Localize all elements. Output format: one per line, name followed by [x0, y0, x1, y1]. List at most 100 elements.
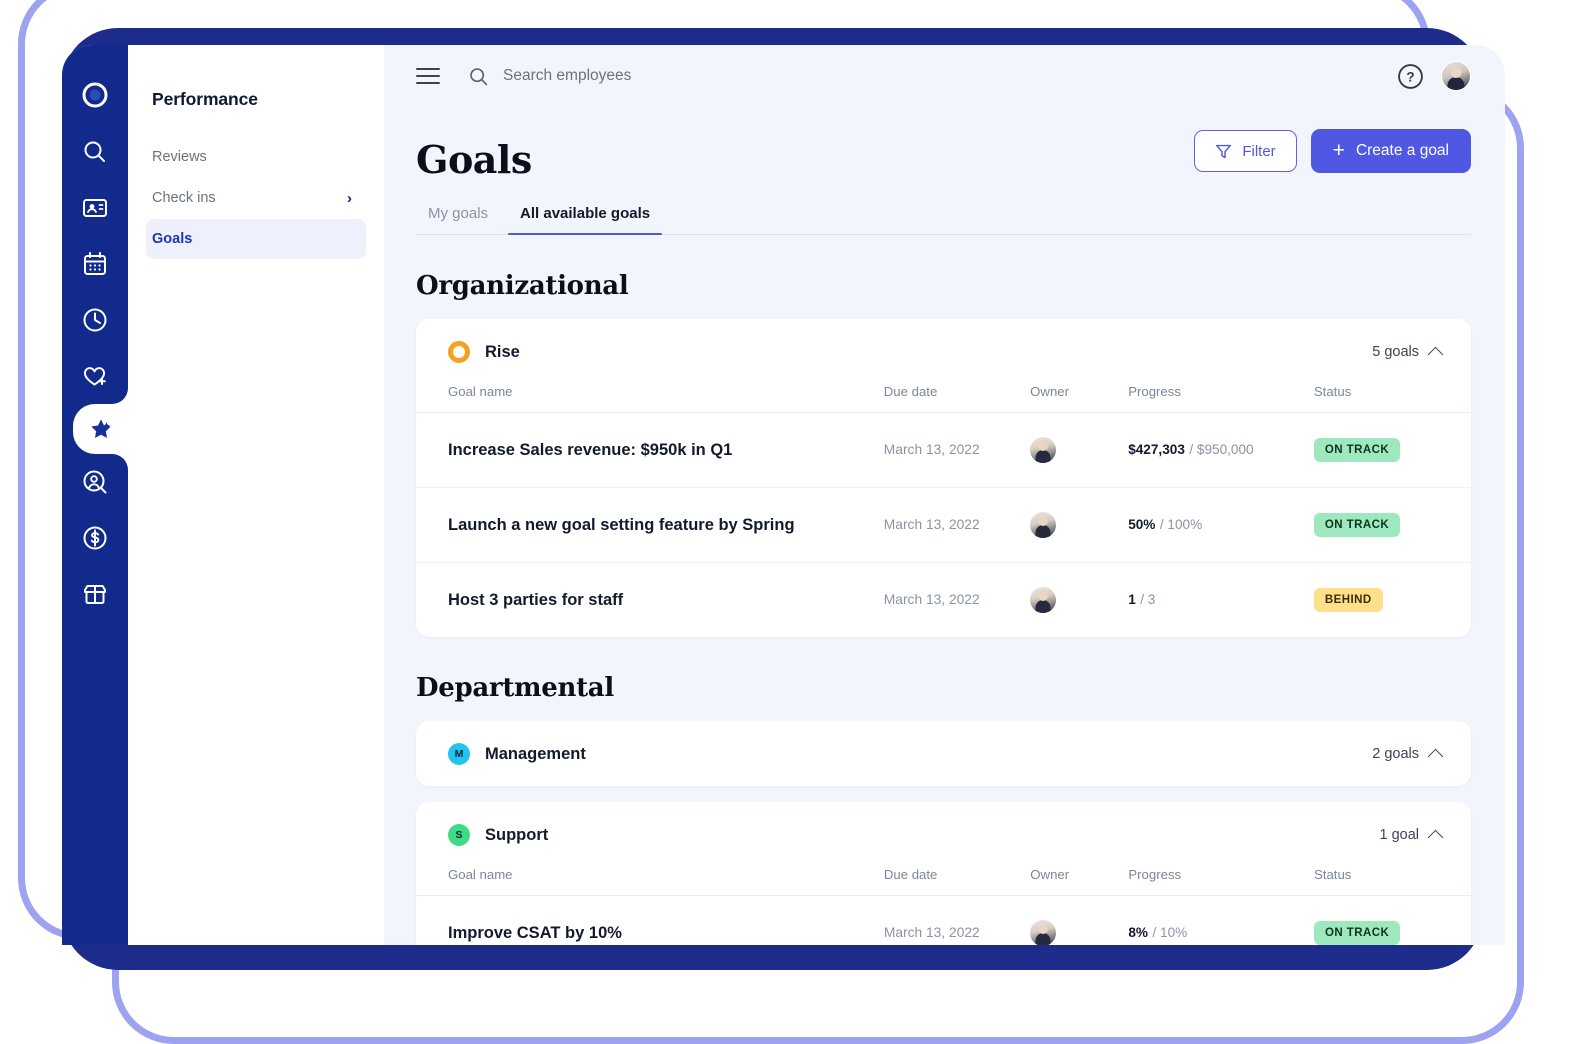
page-title: Goals: [416, 137, 532, 182]
cell-status: BEHIND: [1313, 563, 1471, 638]
filter-icon: [1216, 144, 1232, 158]
topbar: ?: [384, 45, 1505, 107]
icon-rail: [62, 45, 128, 945]
col-header-status: Status: [1313, 384, 1471, 413]
ring-icon: [448, 341, 470, 363]
col-header-progress: Progress: [1128, 867, 1314, 896]
goal-group-header[interactable]: M Management 2 goals: [416, 721, 1471, 786]
team-letter-badge: S: [448, 824, 470, 846]
rail-item-search[interactable]: [62, 124, 128, 180]
cell-due-date: March 13, 2022: [883, 895, 1031, 945]
nav-item-check-ins[interactable]: Check ins ›: [146, 178, 366, 218]
main-area: ? Goals Filter + Create a goal My: [384, 45, 1505, 945]
rail-item-clock[interactable]: [62, 292, 128, 348]
search-input[interactable]: [503, 67, 923, 85]
tab-my-goals[interactable]: My goals: [416, 205, 500, 234]
table-header-row: Goal name Due date Owner Progress Status: [416, 867, 1471, 896]
cell-status: ON TRACK: [1314, 895, 1471, 945]
tab-bar: My goals All available goals: [416, 205, 1471, 236]
cell-owner: [1030, 487, 1129, 563]
goal-group-card: Rise 5 goals Goal name Due date Owner Progres…: [416, 319, 1471, 637]
owner-avatar[interactable]: [1030, 437, 1057, 463]
table-row[interactable]: Improve CSAT by 10% March 13, 2022 8% / 10…: [416, 895, 1471, 945]
team-letter-badge: M: [448, 743, 470, 765]
star-badge-icon: [90, 419, 111, 438]
goal-group-name: Rise: [485, 342, 520, 361]
tab-all-available-goals[interactable]: All available goals: [508, 205, 663, 236]
help-circle-icon[interactable]: ?: [1397, 63, 1424, 90]
chevron-up-icon: [1427, 748, 1444, 764]
goal-group-meta[interactable]: 1 goal: [1379, 827, 1444, 845]
clock-icon: [83, 308, 107, 332]
goals-table: Goal name Due date Owner Progress Status Incr…: [416, 384, 1471, 637]
cell-due-date: March 13, 2022: [883, 592, 980, 607]
filter-button[interactable]: Filter: [1194, 130, 1297, 172]
page-header: Goals Filter + Create a goal: [384, 107, 1505, 179]
cell-goal-name: Improve CSAT by 10%: [416, 895, 884, 945]
goal-group-meta[interactable]: 5 goals: [1372, 344, 1444, 362]
nav-item-reviews[interactable]: Reviews: [146, 137, 366, 177]
heart-plus-icon: [83, 367, 106, 386]
search-icon: [84, 141, 105, 162]
cell-goal-name: Host 3 parties for staff: [448, 590, 624, 609]
col-header-goal-name: Goal name: [416, 384, 884, 413]
cell-goal-name: Increase Sales revenue: $950k in Q1: [416, 412, 884, 488]
benefits-box-icon: [84, 585, 106, 604]
goal-group-card: S Support 1 goal Goal name Due date Owner Prog…: [416, 802, 1471, 945]
search-bar[interactable]: [468, 66, 1397, 87]
col-header-owner: Owner: [1030, 384, 1129, 413]
section-title: Departmental: [416, 673, 614, 703]
cell-progress: 1 / 3: [1128, 592, 1156, 607]
app-window: Performance Reviews Check ins › Goals ?: [62, 45, 1505, 945]
owner-avatar[interactable]: [1030, 920, 1057, 945]
rail-item-star-badge[interactable]: [73, 388, 128, 470]
create-goal-button[interactable]: + Create a goal: [1310, 129, 1471, 173]
nav-item-label: Check ins: [152, 190, 216, 206]
table-header-row: Goal name Due date Owner Progress Status: [416, 384, 1471, 413]
rail-item-dollar-circle[interactable]: [62, 510, 128, 566]
cell-status: ON TRACK: [1313, 487, 1471, 563]
cell-owner: [1030, 563, 1128, 638]
goal-group-meta[interactable]: 2 goals: [1372, 746, 1444, 764]
status-badge: ON TRACK: [1313, 438, 1401, 462]
cell-due-date: March 13, 2022: [883, 412, 1031, 488]
rail-item-benefits-box[interactable]: [62, 566, 128, 622]
chevron-right-icon: ›: [347, 189, 352, 207]
col-header-goal-name: Goal name: [416, 867, 884, 896]
rail-item-calendar[interactable]: [62, 236, 128, 292]
logo-icon: [82, 82, 108, 108]
topbar-actions: ?: [1397, 61, 1471, 91]
table-row[interactable]: Increase Sales revenue: $950k in Q1 March…: [416, 412, 1471, 488]
owner-avatar[interactable]: [1030, 512, 1057, 538]
rail-item-employee-card[interactable]: [62, 180, 128, 236]
goal-group-name: Support: [485, 825, 549, 844]
table-row[interactable]: Launch a new goal setting feature by Spr…: [416, 487, 1471, 563]
person-search-icon: [83, 470, 107, 494]
col-header-status: Status: [1314, 867, 1471, 896]
nav-item-label: Reviews: [152, 149, 207, 165]
nav-panel: Performance Reviews Check ins › Goals: [128, 45, 384, 945]
goal-count-label: 1 goal: [1379, 827, 1419, 843]
rail-item-logo[interactable]: [62, 66, 128, 124]
hamburger-icon[interactable]: [416, 63, 440, 90]
col-header-due-date: Due date: [883, 867, 1031, 896]
goal-count-label: 5 goals: [1372, 344, 1419, 360]
cell-progress: $427,303 / $950,000: [1128, 412, 1314, 488]
filter-button-label: Filter: [1242, 142, 1276, 160]
goal-group-name: Management: [485, 744, 586, 763]
col-header-progress: Progress: [1128, 384, 1314, 413]
nav-item-label: Goals: [152, 231, 193, 247]
goal-group-identity: Rise: [448, 341, 520, 363]
status-badge: BEHIND: [1313, 588, 1383, 612]
goal-group-header[interactable]: Rise 5 goals: [416, 319, 1471, 384]
owner-avatar[interactable]: [1030, 587, 1057, 613]
search-icon: [470, 67, 488, 85]
status-badge: ON TRACK: [1313, 513, 1401, 537]
employee-card-icon: [83, 199, 107, 217]
goal-group-header[interactable]: S Support 1 goal: [416, 802, 1471, 867]
table-row[interactable]: Host 3 parties for staff March 13, 2022 1 …: [416, 563, 1471, 638]
avatar[interactable]: [1441, 61, 1471, 91]
nav-item-goals[interactable]: Goals: [146, 219, 366, 259]
cell-progress: 8% / 10%: [1128, 895, 1314, 945]
plus-icon: +: [1332, 138, 1345, 162]
